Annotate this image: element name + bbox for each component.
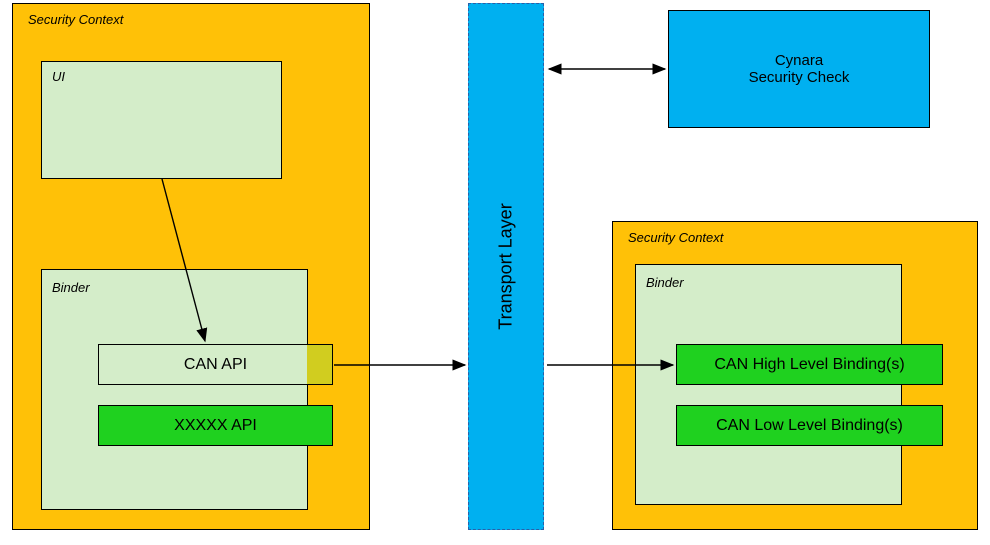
ui-box: UI — [41, 61, 282, 179]
can-api-overlap-patch — [307, 345, 332, 384]
xxxxx-api-box: XXXXX API — [98, 405, 333, 446]
can-low-binding-label: CAN Low Level Binding(s) — [716, 417, 903, 435]
can-api-label: CAN API — [184, 356, 247, 374]
can-high-binding-box: CAN High Level Binding(s) — [676, 344, 943, 385]
can-api-box: CAN API — [98, 344, 333, 385]
right-security-context-label: Security Context — [628, 230, 723, 245]
left-security-context: Security Context UI Binder — [12, 3, 370, 530]
left-security-context-label: Security Context — [28, 12, 123, 27]
cynara-label-line1: Cynara — [775, 52, 823, 69]
right-binder-label: Binder — [646, 275, 684, 290]
left-binder-label: Binder — [52, 280, 90, 295]
transport-layer-label: Transport Layer — [496, 203, 517, 329]
ui-label: UI — [52, 69, 65, 84]
can-low-binding-box: CAN Low Level Binding(s) — [676, 405, 943, 446]
xxxxx-api-label: XXXXX API — [174, 417, 257, 435]
cynara-box: Cynara Security Check — [668, 10, 930, 128]
left-binder-box: Binder — [41, 269, 308, 510]
transport-layer-box: Transport Layer — [468, 3, 544, 530]
can-high-binding-label: CAN High Level Binding(s) — [714, 356, 904, 374]
cynara-label-line2: Security Check — [749, 69, 850, 86]
